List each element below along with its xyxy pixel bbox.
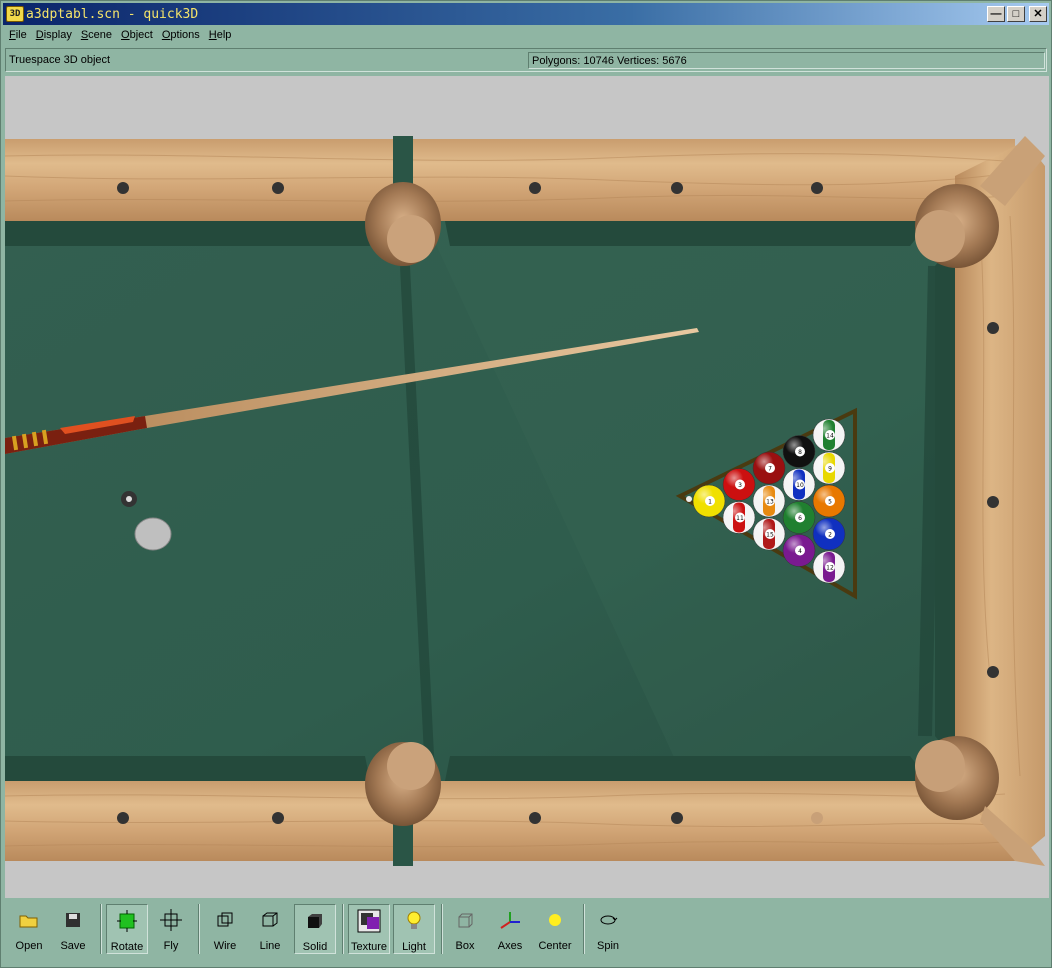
box-icon (453, 908, 477, 932)
texture-icon (357, 909, 381, 933)
ball-2[interactable]: 2 (812, 517, 846, 551)
top-rail (5, 139, 1015, 221)
foot-spot (686, 496, 692, 502)
pocket-top-middle (365, 182, 441, 266)
polygon-stats: Polygons: 10746 Vertices: 5676 (528, 52, 1045, 69)
menu-scene[interactable]: Scene (81, 29, 112, 41)
minimize-icon: — (990, 7, 1002, 20)
open-button[interactable]: Open (8, 904, 50, 954)
menu-help[interactable]: Help (209, 29, 232, 41)
menu-file[interactable]: File (9, 29, 27, 41)
texture-label: Texture (350, 941, 388, 953)
ball-15[interactable]: 15 (752, 517, 786, 551)
ball-1[interactable]: 1 (692, 484, 726, 518)
light-button[interactable]: Light (393, 904, 435, 954)
app-icon[interactable]: 3D (6, 6, 24, 22)
center-button[interactable]: Center (534, 904, 576, 954)
center-dot-icon (543, 908, 567, 932)
ball-5[interactable]: 5 (812, 484, 846, 518)
save-disk-icon (61, 908, 85, 932)
pocket-bottom-middle (365, 742, 441, 826)
fly-label: Fly (163, 940, 179, 952)
fly-button[interactable]: Fly (150, 904, 192, 954)
ball-6[interactable]: 6 (782, 501, 816, 534)
ball-12[interactable]: 12 (812, 550, 846, 584)
open-folder-icon (17, 908, 41, 932)
status-bar: Truespace 3D object Polygons: 10746 Vert… (5, 48, 1047, 72)
wire-cube-icon (213, 908, 237, 932)
app-window: 3D a3dptabl.scn - quick3D — □ ✕ File Dis… (0, 0, 1052, 968)
save-label: Save (60, 940, 86, 952)
ball-13[interactable]: 13 (752, 484, 786, 518)
solid-cube-icon (303, 909, 327, 933)
wire-button[interactable]: Wire (204, 904, 246, 954)
cue-ball[interactable] (134, 517, 172, 551)
ball-10[interactable]: 10 (782, 468, 816, 501)
maximize-button[interactable]: □ (1007, 6, 1025, 22)
3d-viewport[interactable]: 131171315810641495212 (5, 76, 1049, 898)
ball-3[interactable]: 3 (722, 468, 756, 501)
solid-button[interactable]: Solid (294, 904, 336, 954)
wire-label: Wire (213, 940, 237, 952)
line-cube-icon (258, 908, 282, 932)
axes-icon (498, 908, 522, 932)
rotate-button[interactable]: Rotate (106, 904, 148, 954)
light-label: Light (402, 941, 426, 953)
minimize-button[interactable]: — (987, 6, 1005, 22)
close-button[interactable]: ✕ (1029, 6, 1047, 22)
spin-label: Spin (596, 940, 620, 952)
window-title: a3dptabl.scn - quick3D (26, 6, 199, 22)
axes-button[interactable]: Axes (489, 904, 531, 954)
ball-7[interactable]: 7 (752, 451, 786, 485)
menu-options[interactable]: Options (162, 29, 200, 41)
lightbulb-icon (402, 909, 426, 933)
open-label: Open (15, 940, 43, 952)
pool-table-scene[interactable]: 131171315810641495212 (5, 76, 1049, 898)
ball-11[interactable]: 11 (722, 501, 756, 534)
axes-label: Axes (497, 940, 523, 952)
menu-display[interactable]: Display (36, 29, 72, 41)
box-label: Box (455, 940, 475, 952)
ball-9[interactable]: 9 (812, 451, 846, 485)
rotate-cube-icon (115, 909, 139, 933)
object-type-label: Truespace 3D object (9, 54, 111, 66)
toolbar: Open Save Rotate Fly Wire Line Solid Tex… (3, 898, 1049, 966)
center-label: Center (538, 940, 572, 952)
fly-cube-icon (159, 908, 183, 932)
ball-4[interactable]: 4 (782, 534, 816, 567)
solid-label: Solid (302, 941, 328, 953)
menu-bar: File Display Scene Object Options Help (3, 26, 1049, 44)
save-button[interactable]: Save (52, 904, 94, 954)
ball-14[interactable]: 14 (812, 418, 846, 452)
box-button[interactable]: Box (444, 904, 486, 954)
texture-button[interactable]: Texture (348, 904, 390, 954)
spin-arrows-icon (596, 908, 620, 932)
spin-button[interactable]: Spin (587, 904, 629, 954)
line-label: Line (259, 940, 281, 952)
ball-8[interactable]: 8 (782, 435, 816, 468)
line-button[interactable]: Line (249, 904, 291, 954)
title-bar[interactable]: 3D a3dptabl.scn - quick3D — □ ✕ (3, 3, 1049, 25)
menu-object[interactable]: Object (121, 29, 153, 41)
close-icon: ✕ (1033, 7, 1043, 20)
rotate-label: Rotate (110, 941, 144, 953)
maximize-icon: □ (1012, 7, 1020, 20)
